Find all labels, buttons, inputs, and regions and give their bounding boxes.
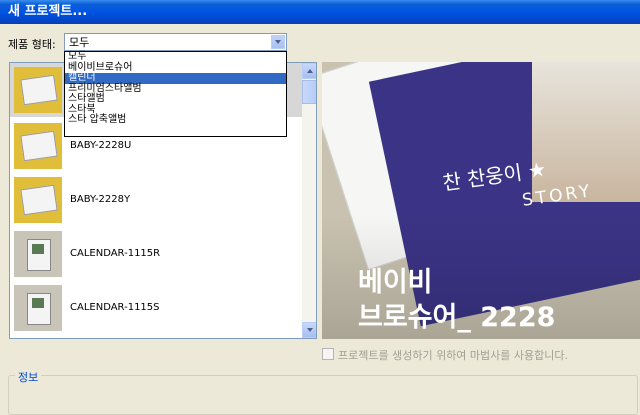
scroll-up-button[interactable]	[302, 63, 316, 79]
baby-brochure-thumbnail	[14, 177, 62, 223]
scrollbar-thumb[interactable]	[302, 80, 316, 104]
baby-brochure-thumbnail	[14, 67, 62, 113]
list-item-label: CALENDAR-1115R	[70, 248, 161, 259]
calendar-thumbnail	[14, 285, 62, 331]
chevron-down-icon	[307, 328, 313, 332]
preview-caption-line1: 베이비	[358, 267, 433, 298]
info-groupbox	[8, 375, 638, 415]
list-scrollbar[interactable]	[302, 63, 316, 338]
chevron-down-icon[interactable]	[271, 35, 285, 49]
list-item-label: BABY-2228Y	[70, 194, 131, 205]
chevron-up-icon	[307, 69, 313, 73]
dropdown-option[interactable]: 모두	[65, 52, 286, 63]
dropdown-option-highlighted[interactable]: 캘린더	[65, 73, 286, 84]
product-type-selected-value: 모두	[69, 36, 90, 49]
list-item[interactable]: BABY-2228Y	[10, 173, 302, 227]
preview-caption-line2: 브로슈어_ 2228	[358, 302, 556, 333]
calendar-thumbnail	[14, 231, 62, 277]
window-title: 새 프로젝트...	[0, 0, 640, 24]
list-item[interactable]: CALENDAR-1115S	[10, 281, 302, 335]
product-type-label: 제품 형태:	[8, 38, 56, 51]
info-group-label: 정보	[15, 369, 42, 385]
dropdown-option[interactable]: 스타 압축앨범	[65, 115, 286, 126]
product-type-combobox[interactable]: 모두	[64, 33, 287, 51]
scroll-down-button[interactable]	[302, 322, 316, 338]
list-item[interactable]: CALENDAR-1115R	[10, 227, 302, 281]
dropdown-option[interactable]: 스타앨범	[65, 94, 286, 105]
product-preview-image: 찬 찬웅이 ★ STORY 베이비 브로슈어_ 2228	[322, 62, 640, 339]
product-type-dropdown[interactable]: 모두 베이비브로슈어 캘린더 프리미엄스타앨범 스타앨범 스타북 스타 압축앨범	[64, 51, 287, 137]
baby-brochure-thumbnail	[14, 123, 62, 169]
list-item-label: CALENDAR-1115S	[70, 302, 160, 313]
dropdown-option[interactable]: 베이비브로슈어	[65, 62, 286, 74]
wizard-checkbox-label: 프로젝트를 생성하기 위하여 마법사를 사용합니다.	[338, 349, 569, 362]
wizard-checkbox[interactable]	[322, 348, 334, 360]
